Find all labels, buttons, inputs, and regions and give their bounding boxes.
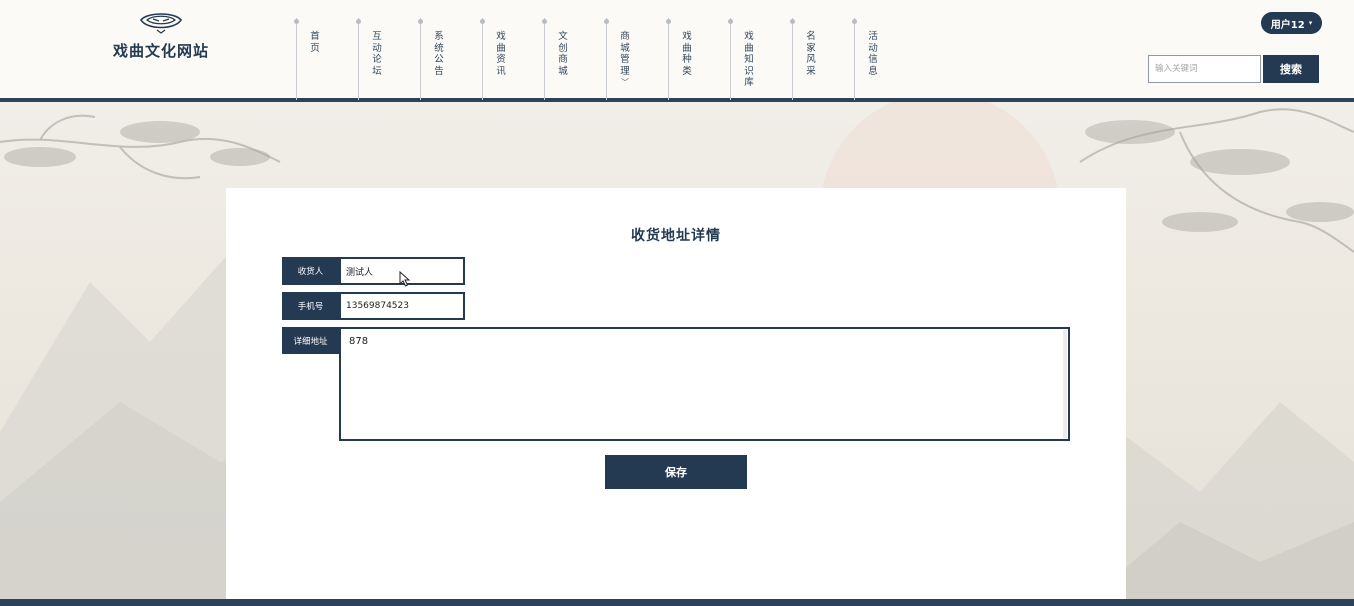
recipient-label: 收货人 [282, 257, 339, 285]
nav-item-label: 活动信息 [868, 31, 878, 77]
chevron-down-icon: ﹀ [621, 78, 629, 87]
address-detail-card: 收货地址详情 收货人 手机号 详细地址 878 保存 [226, 188, 1126, 606]
phone-label: 手机号 [282, 292, 339, 320]
nav-item-announcements[interactable]: 系统公告 [418, 18, 482, 100]
nav-item-label: 戏曲种类 [682, 31, 692, 77]
nav-item-opera-types[interactable]: 戏曲种类 [666, 18, 730, 100]
nav-item-label: 首页 [310, 31, 320, 54]
save-button[interactable]: 保存 [605, 455, 747, 489]
mouse-pointer-icon [399, 271, 410, 287]
footer-bar [0, 599, 1354, 606]
opera-mask-icon [140, 13, 182, 34]
phone-field[interactable] [339, 292, 465, 320]
main-nav: 首页 互动论坛 系统公告 戏曲资讯 文创商城 商城管理 ﹀ 戏曲种类 戏曲知识库… [294, 18, 916, 102]
nav-item-label: 戏曲资讯 [496, 31, 506, 77]
nav-item-label: 商城管理 ﹀ [619, 31, 631, 89]
site-header: 戏曲文化网站 首页 互动论坛 系统公告 戏曲资讯 文创商城 商城管理 ﹀ 戏曲种… [0, 0, 1354, 102]
textarea-scrollbar[interactable] [1063, 330, 1067, 438]
user-menu-button[interactable]: 用户12 ▾ [1261, 12, 1322, 34]
site-logo[interactable]: 戏曲文化网站 [106, 10, 216, 61]
nav-item-shop-management[interactable]: 商城管理 ﹀ [604, 18, 668, 100]
nav-item-label: 互动论坛 [372, 31, 382, 77]
site-title: 戏曲文化网站 [112, 42, 209, 60]
caret-down-icon: ▾ [1308, 19, 1313, 27]
nav-item-home[interactable]: 首页 [294, 18, 358, 100]
search-button[interactable]: 搜索 [1263, 55, 1319, 83]
address-label: 详细地址 [282, 327, 339, 354]
address-textarea[interactable]: 878 [339, 327, 1070, 441]
nav-item-events[interactable]: 活动信息 [852, 18, 916, 100]
search-input[interactable] [1148, 55, 1261, 83]
nav-item-masters[interactable]: 名家风采 [790, 18, 854, 100]
nav-item-news[interactable]: 戏曲资讯 [480, 18, 544, 100]
nav-item-label: 名家风采 [806, 31, 816, 77]
page-title: 收货地址详情 [631, 228, 721, 244]
nav-item-label: 戏曲知识库 [744, 31, 754, 88]
nav-item-forum[interactable]: 互动论坛 [356, 18, 420, 100]
nav-item-knowledge-base[interactable]: 戏曲知识库 [728, 18, 792, 100]
nav-item-creative-shop[interactable]: 文创商城 [542, 18, 606, 100]
nav-item-label: 文创商城 [558, 31, 568, 77]
nav-item-label-text: 商城管理 [620, 31, 630, 77]
nav-item-label: 系统公告 [434, 31, 444, 77]
user-name: 用户12 [1270, 19, 1305, 31]
